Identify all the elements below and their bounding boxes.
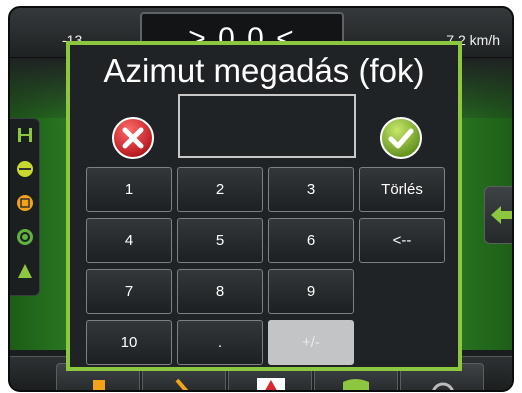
backspace-button[interactable]: <--	[359, 218, 445, 263]
key-3[interactable]: 3	[268, 167, 354, 212]
confirm-button[interactable]	[373, 110, 429, 166]
coverage-icon[interactable]	[15, 261, 35, 281]
check-circle-icon	[380, 117, 422, 159]
key-2[interactable]: 2	[177, 167, 263, 212]
key-8[interactable]: 8	[177, 269, 263, 314]
ab-line-icon[interactable]	[15, 159, 35, 179]
left-arrow-icon[interactable]	[484, 186, 512, 244]
key-1[interactable]: 1	[86, 167, 172, 212]
key-6[interactable]: 6	[268, 218, 354, 263]
left-toolbar	[10, 118, 40, 296]
azimuth-entry-dialog: Azimut megadás (fok) 1 2 3 Törlés 4 5 6 …	[66, 41, 462, 371]
key-4[interactable]: 4	[86, 218, 172, 263]
straight-ab-line-icon[interactable]	[15, 125, 35, 145]
key-9[interactable]: 9	[268, 269, 354, 314]
clear-button[interactable]: Törlés	[359, 167, 445, 212]
sign-toggle-key: +/-	[268, 320, 354, 365]
steering-icon[interactable]	[15, 227, 35, 247]
cancel-button[interactable]	[105, 110, 161, 166]
key-7[interactable]: 7	[86, 269, 172, 314]
key-10[interactable]: 10	[86, 320, 172, 365]
decimal-point-key[interactable]: .	[177, 320, 263, 365]
value-display	[178, 94, 356, 158]
x-circle-icon	[112, 117, 154, 159]
dialog-title: Azimut megadás (fok)	[103, 52, 425, 89]
key-5[interactable]: 5	[177, 218, 263, 263]
boundary-icon[interactable]	[15, 193, 35, 213]
